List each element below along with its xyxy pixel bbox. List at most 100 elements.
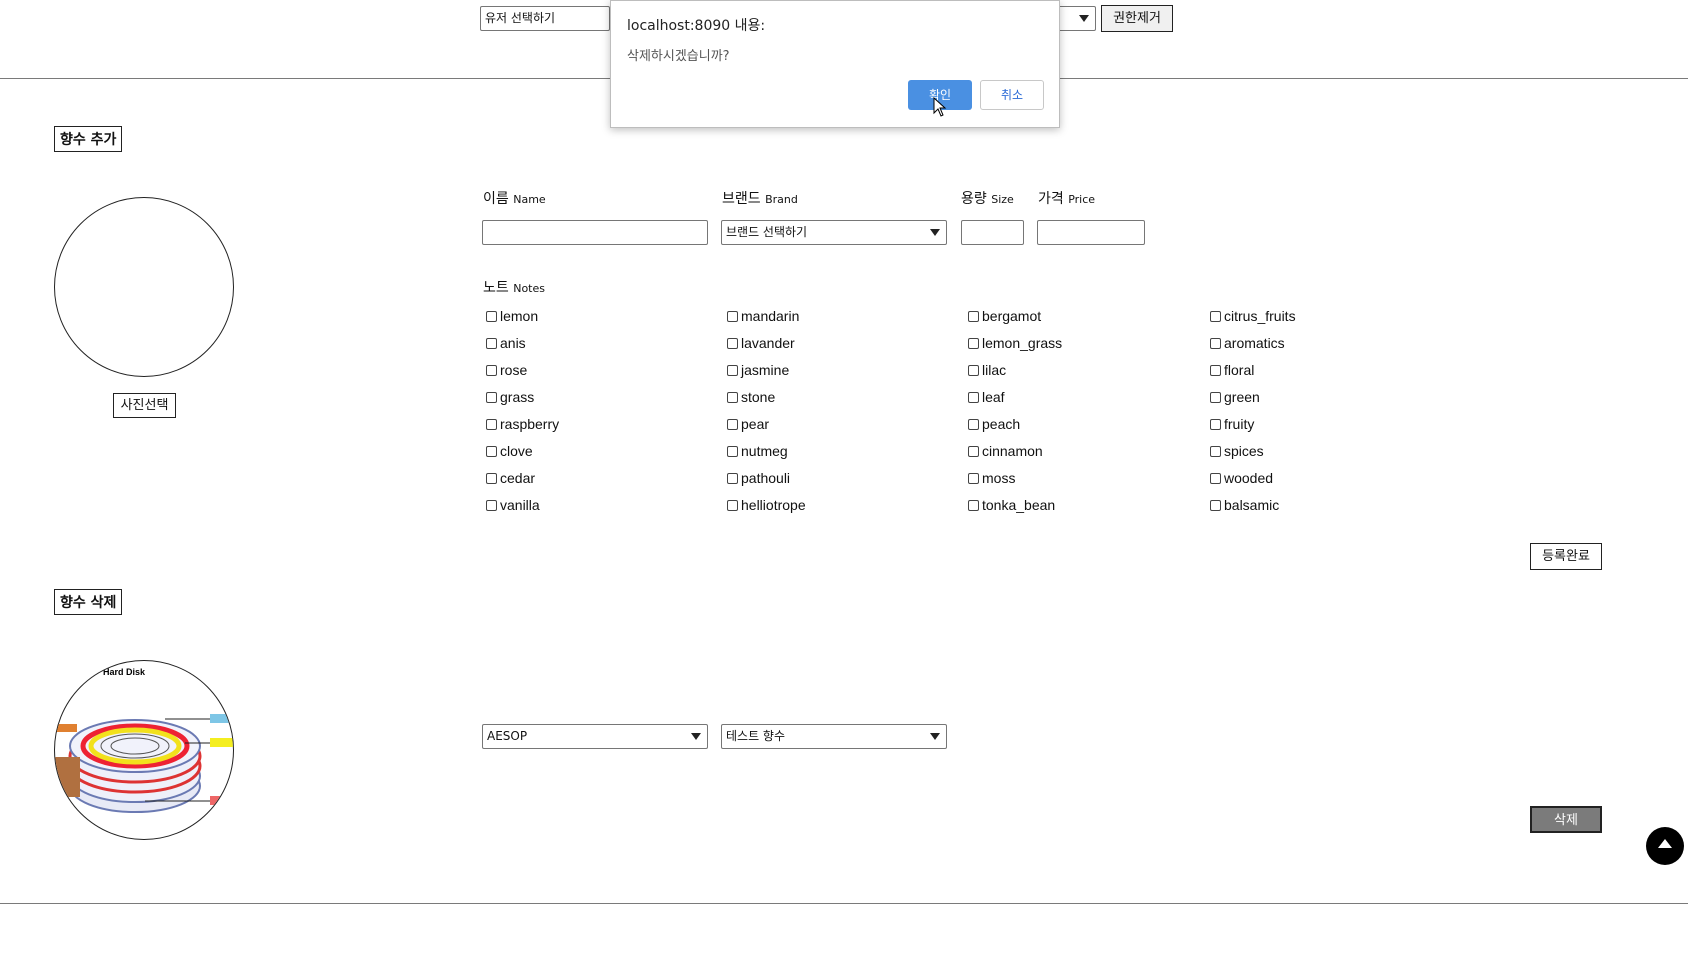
checkbox[interactable]	[968, 337, 979, 349]
price-label: 가격 Price	[1038, 191, 1096, 207]
note-label: spices	[1224, 443, 1264, 459]
size-label: 용량 Size	[961, 191, 1014, 207]
note-checkbox-spices[interactable]: spices	[1210, 443, 1264, 459]
checkbox[interactable]	[727, 445, 738, 457]
note-label: mandarin	[741, 308, 800, 324]
checkbox[interactable]	[1210, 418, 1221, 430]
note-checkbox-bergamot[interactable]: bergamot	[968, 308, 1041, 324]
checkbox[interactable]	[727, 418, 738, 430]
remove-permission-button[interactable]: 권한제거	[1101, 5, 1173, 32]
dialog-title: localhost:8090 내용:	[627, 18, 766, 34]
delete-brand-select[interactable]: AESOP	[482, 724, 708, 749]
note-checkbox-green[interactable]: green	[1210, 389, 1260, 405]
checkbox[interactable]	[727, 364, 738, 376]
note-checkbox-helliotrope[interactable]: helliotrope	[727, 497, 806, 513]
note-checkbox-lilac[interactable]: lilac	[968, 362, 1006, 378]
checkbox[interactable]	[1210, 499, 1221, 511]
checkbox[interactable]	[727, 337, 738, 349]
note-checkbox-raspberry[interactable]: raspberry	[486, 416, 559, 432]
note-checkbox-pathouli[interactable]: pathouli	[727, 470, 790, 486]
price-input[interactable]	[1037, 220, 1145, 245]
note-checkbox-balsamic[interactable]: balsamic	[1210, 497, 1279, 513]
note-checkbox-leaf[interactable]: leaf	[968, 389, 1005, 405]
note-label: helliotrope	[741, 497, 806, 513]
note-checkbox-aromatics[interactable]: aromatics	[1210, 335, 1285, 351]
checkbox[interactable]	[486, 499, 497, 511]
checkbox[interactable]	[727, 310, 738, 322]
name-input[interactable]	[482, 220, 708, 245]
checkbox[interactable]	[727, 391, 738, 403]
note-checkbox-cinnamon[interactable]: cinnamon	[968, 443, 1043, 459]
delete-perfume-select[interactable]: 테스트 향수	[721, 724, 947, 749]
chevron-down-icon	[1079, 15, 1089, 22]
note-label: fruity	[1224, 416, 1255, 432]
note-checkbox-lemon[interactable]: lemon	[486, 308, 538, 324]
role-select[interactable]	[1056, 6, 1096, 31]
checkbox[interactable]	[1210, 310, 1221, 322]
note-checkbox-pear[interactable]: pear	[727, 416, 769, 432]
checkbox[interactable]	[968, 310, 979, 322]
checkbox[interactable]	[486, 445, 497, 457]
checkbox[interactable]	[486, 364, 497, 376]
note-label: lemon_grass	[982, 335, 1063, 351]
dialog-cancel-button[interactable]: 취소	[980, 80, 1044, 110]
chevron-down-icon	[930, 733, 940, 740]
note-checkbox-wooded[interactable]: wooded	[1210, 470, 1273, 486]
chevron-down-icon	[930, 229, 940, 236]
note-label: lemon	[500, 308, 539, 324]
checkbox[interactable]	[1210, 337, 1221, 349]
checkbox[interactable]	[968, 391, 979, 403]
triangle-up-icon	[1658, 839, 1672, 848]
note-label: nutmeg	[741, 443, 788, 459]
note-checkbox-peach[interactable]: peach	[968, 416, 1020, 432]
size-input[interactable]	[961, 220, 1024, 245]
note-checkbox-clove[interactable]: clove	[486, 443, 533, 459]
note-checkbox-anis[interactable]: anis	[486, 335, 526, 351]
checkbox[interactable]	[486, 391, 497, 403]
note-checkbox-stone[interactable]: stone	[727, 389, 775, 405]
photo-preview-circle	[54, 197, 234, 377]
checkbox[interactable]	[968, 499, 979, 511]
note-checkbox-floral[interactable]: floral	[1210, 362, 1254, 378]
note-checkbox-grass[interactable]: grass	[486, 389, 534, 405]
checkbox[interactable]	[486, 337, 497, 349]
brand-select[interactable]: 브랜드 선택하기	[721, 220, 947, 245]
note-label: pathouli	[741, 470, 791, 486]
note-label: stone	[741, 389, 776, 405]
checkbox[interactable]	[968, 418, 979, 430]
delete-button[interactable]: 삭제	[1530, 806, 1602, 833]
note-checkbox-vanilla[interactable]: vanilla	[486, 497, 540, 513]
note-checkbox-lemon_grass[interactable]: lemon_grass	[968, 335, 1062, 351]
checkbox[interactable]	[968, 364, 979, 376]
note-checkbox-fruity[interactable]: fruity	[1210, 416, 1254, 432]
checkbox[interactable]	[1210, 364, 1221, 376]
checkbox[interactable]	[727, 472, 738, 484]
scroll-top-button[interactable]	[1646, 827, 1684, 865]
note-checkbox-mandarin[interactable]: mandarin	[727, 308, 799, 324]
note-checkbox-jasmine[interactable]: jasmine	[727, 362, 789, 378]
checkbox[interactable]	[486, 310, 497, 322]
note-checkbox-citrus_fruits[interactable]: citrus_fruits	[1210, 308, 1296, 324]
hard-disk-diagram-image: Hard Disk	[55, 667, 233, 813]
note-checkbox-tonka_bean[interactable]: tonka_bean	[968, 497, 1055, 513]
checkbox[interactable]	[1210, 391, 1221, 403]
checkbox[interactable]	[486, 418, 497, 430]
checkbox[interactable]	[968, 472, 979, 484]
note-label: green	[1224, 389, 1260, 405]
note-label: leaf	[982, 389, 1005, 405]
note-checkbox-rose[interactable]: rose	[486, 362, 527, 378]
note-label: pear	[741, 416, 770, 432]
checkbox[interactable]	[486, 472, 497, 484]
note-checkbox-lavander[interactable]: lavander	[727, 335, 795, 351]
photo-select-button[interactable]: 사진선택	[113, 393, 176, 418]
note-checkbox-nutmeg[interactable]: nutmeg	[727, 443, 788, 459]
submit-button[interactable]: 등록완료	[1530, 543, 1602, 570]
checkbox[interactable]	[1210, 445, 1221, 457]
checkbox[interactable]	[727, 499, 738, 511]
note-checkbox-cedar[interactable]: cedar	[486, 470, 535, 486]
note-checkbox-moss[interactable]: moss	[968, 470, 1015, 486]
note-label: citrus_fruits	[1224, 308, 1296, 324]
user-select[interactable]: 유저 선택하기	[480, 6, 610, 31]
checkbox[interactable]	[968, 445, 979, 457]
checkbox[interactable]	[1210, 472, 1221, 484]
